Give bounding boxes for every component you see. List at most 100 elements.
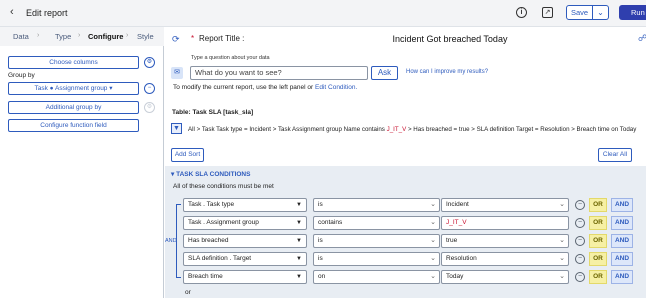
value-select[interactable]: Resolution ⌄ bbox=[441, 252, 569, 266]
value-text: Resolution bbox=[446, 255, 477, 262]
field-select[interactable]: Task . Task type ▼ bbox=[183, 198, 307, 212]
and-button[interactable]: AND bbox=[611, 270, 633, 284]
and-button[interactable]: AND bbox=[611, 216, 633, 230]
main-panel: ⟳ * Report Title : Incident Got breached… bbox=[165, 27, 646, 298]
clear-all-button[interactable]: Clear All bbox=[598, 148, 632, 162]
remove-condition-icon[interactable]: − bbox=[575, 218, 585, 228]
side-share-icon[interactable]: ☍ bbox=[638, 33, 646, 44]
choose-columns-button[interactable]: Choose columns bbox=[8, 56, 139, 69]
conditions-title-text: TASK SLA CONDITIONS bbox=[176, 171, 251, 178]
field-value: Task . Task type bbox=[188, 201, 235, 208]
column-settings-icon[interactable]: ⚙ bbox=[144, 57, 155, 68]
share-icon[interactable]: ↗ bbox=[542, 7, 553, 18]
group-by-select[interactable]: Task ● Assignment group ▾ bbox=[8, 82, 139, 95]
or-button[interactable]: OR bbox=[589, 234, 607, 248]
chevron-down-icon: ⌄ bbox=[430, 273, 436, 280]
value-text: Today bbox=[446, 273, 464, 280]
tab-style[interactable]: Style bbox=[137, 32, 154, 41]
field-value: Breach time bbox=[188, 273, 223, 280]
operator-select[interactable]: is ⌄ bbox=[313, 198, 440, 212]
value-select[interactable]: Today ⌄ bbox=[441, 270, 569, 284]
step-separator-icon: › bbox=[126, 32, 129, 39]
save-dropdown-chevron-icon[interactable]: ⌄ bbox=[593, 5, 609, 20]
field-select[interactable]: SLA definition . Target ▼ bbox=[183, 252, 307, 266]
info-icon[interactable]: i bbox=[516, 7, 527, 18]
field-value: Has breached bbox=[188, 237, 229, 244]
report-title-value[interactable]: Incident Got breached Today bbox=[265, 34, 635, 44]
step-tabs: Data › Type › Configure › Style bbox=[0, 27, 164, 46]
or-button[interactable]: OR bbox=[589, 198, 607, 212]
tab-type[interactable]: Type bbox=[55, 32, 71, 41]
and-button[interactable]: AND bbox=[611, 198, 633, 212]
remove-condition-icon[interactable]: − bbox=[575, 254, 585, 264]
operator-value: is bbox=[318, 237, 323, 244]
run-button[interactable]: Run bbox=[619, 5, 646, 20]
ask-button[interactable]: Ask bbox=[371, 66, 398, 80]
value-text: true bbox=[446, 237, 458, 244]
chevron-down-icon: ⌄ bbox=[559, 201, 565, 208]
chevron-down-icon: ⌄ bbox=[430, 255, 436, 262]
breadcrumb-before: All > Task Task type = Incident > Task A… bbox=[188, 126, 387, 133]
page-title: Edit report bbox=[26, 8, 68, 18]
edit-condition-link[interactable]: Edit Condition. bbox=[315, 84, 357, 91]
operator-value: is bbox=[318, 255, 323, 262]
caret-down-icon: ▾ bbox=[109, 85, 113, 92]
remove-condition-icon[interactable]: − bbox=[575, 272, 585, 282]
caret-down-icon: ▼ bbox=[296, 274, 302, 280]
breadcrumb-after: > Has breached = true > SLA definition T… bbox=[406, 126, 637, 133]
save-button[interactable]: Save bbox=[566, 5, 593, 20]
nlq-label: Type a question about your data bbox=[191, 55, 270, 61]
additional-group-by-button[interactable]: Additional group by bbox=[8, 101, 139, 114]
nlq-input[interactable]: What do you want to see? bbox=[190, 66, 368, 80]
tab-configure[interactable]: Configure bbox=[88, 32, 123, 41]
group-by-value: Task ● Assignment group bbox=[34, 85, 108, 92]
caret-down-icon: ▼ bbox=[296, 256, 302, 262]
back-chevron-icon[interactable]: ‹ bbox=[10, 6, 14, 18]
condition-breadcrumb[interactable]: All > Task Task type = Incident > Task A… bbox=[169, 125, 645, 135]
chevron-down-icon: ⌄ bbox=[430, 201, 436, 208]
configure-function-field-button[interactable]: Configure function field bbox=[8, 119, 139, 132]
chevron-down-icon: ⌄ bbox=[430, 237, 436, 244]
caret-down-icon: ▼ bbox=[296, 238, 302, 244]
field-select[interactable]: Has breached ▼ bbox=[183, 234, 307, 248]
additional-group-settings-icon: ⚙ bbox=[144, 102, 155, 113]
value-select[interactable]: true ⌄ bbox=[441, 234, 569, 248]
chevron-down-icon: ⌄ bbox=[559, 255, 565, 262]
improve-results-link[interactable]: How can I improve my results? bbox=[406, 69, 488, 75]
modify-hint-text: To modify the current report, use the le… bbox=[173, 84, 314, 91]
field-value: SLA definition . Target bbox=[188, 255, 252, 262]
report-title-label: Report Title : bbox=[199, 34, 245, 43]
conditions-title[interactable]: ▾ TASK SLA CONDITIONS bbox=[171, 170, 250, 178]
refresh-icon[interactable]: ⟳ bbox=[172, 34, 180, 45]
or-button[interactable]: OR bbox=[589, 270, 607, 284]
or-button[interactable]: OR bbox=[589, 252, 607, 266]
operator-select[interactable]: is ⌄ bbox=[313, 252, 440, 266]
value-input[interactable]: J_IT_V bbox=[441, 216, 569, 230]
value-select[interactable]: Incident ⌄ bbox=[441, 198, 569, 212]
and-button[interactable]: AND bbox=[611, 234, 633, 248]
remove-condition-icon[interactable]: − bbox=[575, 236, 585, 246]
or-label: or bbox=[185, 289, 191, 296]
chevron-down-icon: ⌄ bbox=[559, 273, 565, 280]
chevron-down-icon: ⌄ bbox=[430, 219, 436, 226]
operator-select[interactable]: on ⌄ bbox=[313, 270, 440, 284]
remove-condition-icon[interactable]: − bbox=[575, 200, 585, 210]
table-label: Table: Task SLA [task_sla] bbox=[172, 109, 254, 116]
conditions-note: All of these conditions must be met bbox=[173, 183, 274, 190]
modify-hint: To modify the current report, use the le… bbox=[173, 84, 357, 91]
tab-data[interactable]: Data bbox=[13, 32, 29, 41]
operator-value: on bbox=[318, 273, 326, 280]
and-bracket bbox=[176, 204, 181, 278]
field-select[interactable]: Breach time ▼ bbox=[183, 270, 307, 284]
field-select[interactable]: Task . Assignment group ▼ bbox=[183, 216, 307, 230]
or-button[interactable]: OR bbox=[589, 216, 607, 230]
required-marker-icon: * bbox=[191, 34, 195, 43]
add-sort-button[interactable]: Add Sort bbox=[171, 148, 204, 162]
and-button[interactable]: AND bbox=[611, 252, 633, 266]
left-panel: Data › Type › Configure › Style Choose c… bbox=[0, 27, 164, 298]
operator-select[interactable]: is ⌄ bbox=[313, 234, 440, 248]
breadcrumb-highlight: J_IT_V bbox=[386, 126, 407, 133]
operator-select[interactable]: contains ⌄ bbox=[313, 216, 440, 230]
step-separator-icon: › bbox=[78, 32, 81, 39]
remove-group-icon[interactable]: − bbox=[144, 83, 155, 94]
